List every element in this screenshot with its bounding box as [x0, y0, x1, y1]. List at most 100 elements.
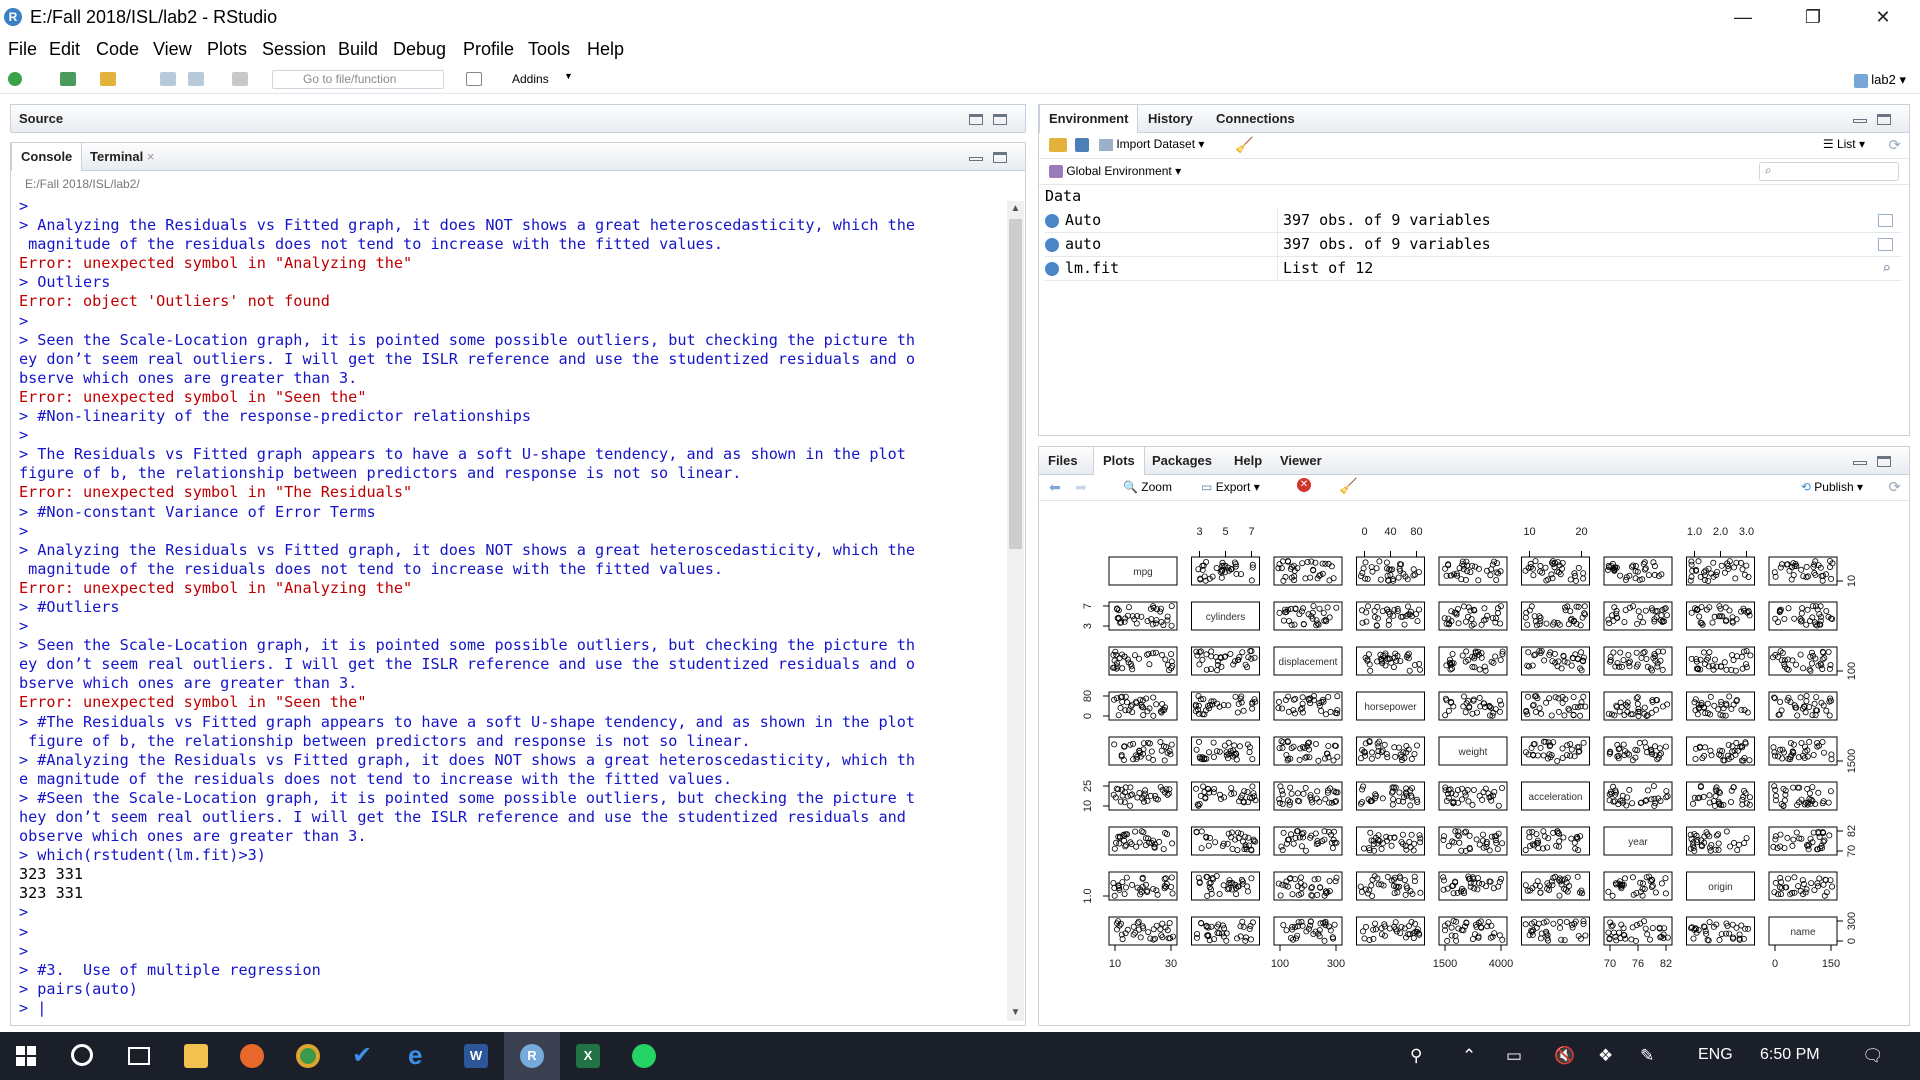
- load-workspace-icon[interactable]: [1049, 138, 1067, 152]
- taskbar-rstudio[interactable]: R: [504, 1032, 560, 1080]
- grid-layout-icon[interactable]: [466, 72, 482, 86]
- tab-environment[interactable]: Environment: [1039, 105, 1139, 133]
- menu-view[interactable]: View: [153, 39, 192, 60]
- refresh-icon[interactable]: ⟳: [1888, 136, 1901, 154]
- broom-icon[interactable]: 🧹: [1235, 136, 1254, 154]
- env-row[interactable]: auto 397 obs. of 9 variables: [1045, 233, 1901, 257]
- console-output[interactable]: > > Analyzing the Residuals vs Fitted gra…: [19, 197, 1007, 1018]
- save-workspace-icon[interactable]: [1075, 138, 1089, 152]
- expand-icon[interactable]: [1045, 214, 1059, 228]
- tick-label: 0: [1361, 526, 1367, 538]
- save-icon[interactable]: [160, 72, 176, 86]
- clock[interactable]: 6:50 PM: [1760, 1046, 1820, 1064]
- dropbox-icon[interactable]: ❖: [1598, 1046, 1613, 1066]
- tab-help[interactable]: Help: [1225, 447, 1271, 475]
- chevron-up-icon[interactable]: ⌃: [1462, 1046, 1476, 1066]
- menu-tools[interactable]: Tools: [528, 39, 570, 60]
- menu-profile[interactable]: Profile: [463, 39, 514, 60]
- zoom-button[interactable]: 🔍 Zoom: [1123, 480, 1172, 494]
- environment-search-input[interactable]: ⌕: [1759, 162, 1899, 181]
- cortana-button[interactable]: [56, 1032, 112, 1080]
- pen-icon[interactable]: ✎: [1640, 1046, 1654, 1066]
- tab-files[interactable]: Files: [1039, 447, 1087, 475]
- export-button[interactable]: ▭ Export ▾: [1201, 480, 1260, 494]
- back-arrow-icon[interactable]: ⬅: [1049, 479, 1061, 496]
- console-line: > #Non-linearity of the response-predict…: [19, 407, 532, 426]
- tick-label: 1500: [1433, 958, 1457, 970]
- env-row[interactable]: lm.fit List of 12 ⌕: [1045, 257, 1901, 281]
- expand-icon[interactable]: [1045, 238, 1059, 252]
- forward-arrow-icon[interactable]: ➡: [1075, 479, 1087, 496]
- taskbar-edge[interactable]: e: [392, 1032, 448, 1080]
- scope-menu[interactable]: Global Environment ▾: [1049, 164, 1181, 179]
- close-tab-icon[interactable]: ×: [147, 149, 155, 164]
- menu-edit[interactable]: Edit: [49, 39, 80, 60]
- maximize-pane-icon[interactable]: [993, 114, 1007, 125]
- taskbar-whatsapp[interactable]: [616, 1032, 672, 1080]
- goto-file-input[interactable]: Go to file/function: [272, 70, 444, 89]
- broom-icon[interactable]: 🧹: [1339, 477, 1358, 495]
- tab-packages[interactable]: Packages: [1143, 447, 1221, 475]
- volume-muted-icon[interactable]: 🔇: [1554, 1046, 1575, 1066]
- remove-plot-icon[interactable]: ✕: [1297, 478, 1311, 492]
- view-mode-menu[interactable]: ☰ List ▾: [1823, 137, 1865, 151]
- task-view-button[interactable]: [112, 1032, 168, 1080]
- expand-icon[interactable]: [1045, 262, 1059, 276]
- tab-terminal[interactable]: Terminal ×: [81, 143, 163, 171]
- restore-pane-icon[interactable]: [993, 152, 1007, 163]
- maximize-pane-icon[interactable]: [1877, 114, 1891, 125]
- taskbar-explorer[interactable]: [168, 1032, 224, 1080]
- close-button[interactable]: ✕: [1860, 4, 1906, 30]
- tab-connections[interactable]: Connections: [1207, 105, 1304, 133]
- console-scrollbar[interactable]: ▲ ▼: [1007, 201, 1024, 1021]
- battery-icon[interactable]: ▭: [1506, 1046, 1522, 1066]
- new-project-icon[interactable]: [60, 72, 76, 86]
- save-all-icon[interactable]: [188, 72, 204, 86]
- scrollbar-thumb[interactable]: [1009, 219, 1022, 549]
- view-table-icon[interactable]: [1878, 238, 1893, 251]
- new-file-icon[interactable]: [8, 72, 22, 86]
- notifications-icon[interactable]: 🗨: [1862, 1046, 1884, 1066]
- scroll-up-icon[interactable]: ▲: [1007, 201, 1024, 217]
- minimize-pane-icon[interactable]: [1853, 461, 1867, 465]
- tab-viewer[interactable]: Viewer: [1271, 447, 1331, 475]
- language-indicator[interactable]: ENG: [1698, 1046, 1733, 1064]
- inspect-search-icon[interactable]: ⌕: [1882, 259, 1891, 277]
- menu-plots[interactable]: Plots: [207, 39, 247, 60]
- menu-debug[interactable]: Debug: [393, 39, 446, 60]
- restore-pane-icon[interactable]: [969, 114, 983, 125]
- view-table-icon[interactable]: [1878, 214, 1893, 227]
- refresh-icon[interactable]: ⟳: [1888, 478, 1901, 496]
- menu-build[interactable]: Build: [338, 39, 378, 60]
- tab-console[interactable]: Console: [11, 143, 83, 171]
- console-line: >: [19, 617, 29, 636]
- publish-button[interactable]: ⟲ Publish ▾: [1801, 480, 1863, 494]
- menu-help[interactable]: Help: [587, 39, 624, 60]
- menu-code[interactable]: Code: [96, 39, 139, 60]
- project-menu[interactable]: lab2 ▾: [1853, 72, 1906, 88]
- minimize-button[interactable]: —: [1720, 4, 1766, 30]
- restore-button[interactable]: ❐: [1790, 4, 1836, 30]
- minimize-pane-icon[interactable]: [969, 157, 983, 161]
- tab-plots[interactable]: Plots: [1093, 447, 1145, 475]
- start-button[interactable]: [0, 1032, 56, 1080]
- taskbar-chrome[interactable]: [280, 1032, 336, 1080]
- column-divider: [1277, 233, 1278, 257]
- open-file-icon[interactable]: [100, 72, 116, 86]
- taskbar-word[interactable]: W: [448, 1032, 504, 1080]
- menu-file[interactable]: File: [8, 39, 37, 60]
- env-row[interactable]: Auto 397 obs. of 9 variables: [1045, 209, 1901, 233]
- maximize-pane-icon[interactable]: [1877, 456, 1891, 467]
- scroll-down-icon[interactable]: ▼: [1007, 1005, 1024, 1021]
- addins-menu[interactable]: Addins: [512, 72, 549, 86]
- menu-session[interactable]: Session: [262, 39, 326, 60]
- print-icon[interactable]: [232, 72, 248, 86]
- people-icon[interactable]: ⚲: [1410, 1046, 1422, 1066]
- tab-history[interactable]: History: [1139, 105, 1202, 133]
- tab-source[interactable]: Source: [11, 105, 72, 133]
- taskbar-excel[interactable]: X: [560, 1032, 616, 1080]
- minimize-pane-icon[interactable]: [1853, 119, 1867, 123]
- import-dataset-button[interactable]: Import Dataset ▾: [1099, 137, 1204, 151]
- taskbar-firefox[interactable]: [224, 1032, 280, 1080]
- taskbar-todo[interactable]: ✔: [336, 1032, 392, 1080]
